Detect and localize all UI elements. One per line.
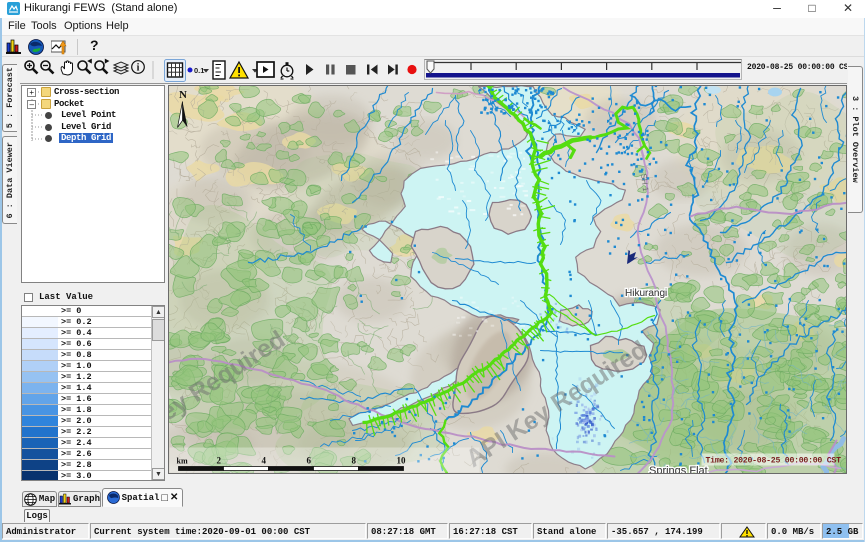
svg-text:2: 2	[217, 456, 222, 466]
svg-text:Time: 2020-08-25 00:00:00 CST: Time: 2020-08-25 00:00:00 CST	[706, 456, 842, 466]
svg-text:Springs Flat: Springs Flat	[649, 465, 708, 474]
svg-text:Hikurangi: Hikurangi	[625, 288, 667, 299]
svg-text:4: 4	[262, 456, 267, 466]
svg-text:6: 6	[307, 456, 312, 466]
svg-text:8: 8	[352, 456, 357, 466]
svg-text:0.1: 0.1	[194, 66, 204, 75]
svg-text:km: km	[177, 457, 188, 466]
svg-text:N: N	[179, 89, 187, 101]
svg-text:10: 10	[397, 456, 407, 466]
svg-text:i: i	[137, 63, 140, 74]
